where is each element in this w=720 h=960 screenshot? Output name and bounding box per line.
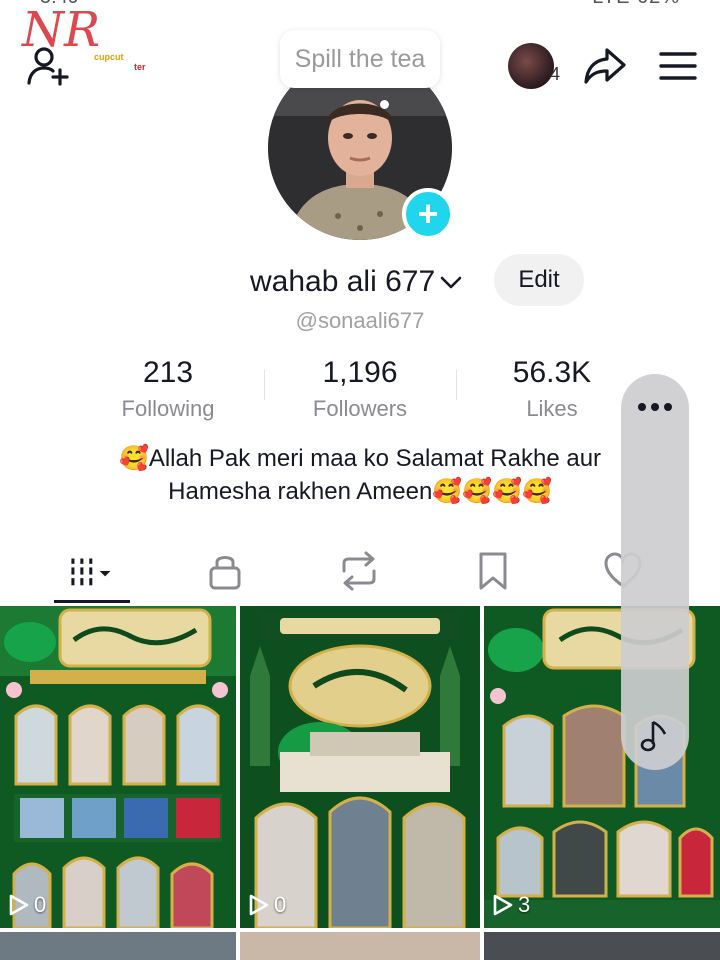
video-thumbnail[interactable] [0,932,236,960]
lock-icon [209,556,241,590]
likes-stat[interactable]: 56.3K Likes [456,356,648,426]
likes-count: 56.3K [512,356,592,389]
plus-icon: + [417,193,439,234]
watermark-text: cupcut [94,52,124,62]
profile-visitors-button[interactable]: 4 [508,43,560,89]
share-profile-button[interactable] [582,43,628,89]
video-poster [0,606,236,928]
likes-label: Likes [526,396,578,421]
hamburger-icon [659,52,697,80]
view-count: 0 [8,892,46,918]
bio-line: 🥰Allah Pak meri maa ko Salamat Rakhe aur [118,445,602,472]
followers-count: 1,196 [322,356,398,389]
video-thumbnail[interactable]: 0 [240,606,480,928]
stat-divider [264,370,265,400]
view-count: 3 [492,892,530,918]
view-count-value: 0 [274,892,287,917]
visitor-count: 4 [549,64,560,84]
tab-private[interactable] [200,546,250,596]
following-label: Following [121,396,215,421]
tab-reposts[interactable] [334,546,384,596]
music-note-icon[interactable] [639,718,671,754]
tab-videos[interactable] [64,546,114,596]
repost-icon [342,551,376,591]
play-icon [493,894,513,916]
floating-side-panel[interactable] [621,374,689,770]
video-grid: 0 0 3 [0,606,720,960]
display-name-row[interactable]: wahab ali 677 [250,256,463,308]
tab-favorites[interactable] [468,546,518,596]
view-count-value: 0 [34,892,47,917]
play-icon [9,894,29,916]
active-tab-indicator [54,600,130,603]
menu-button[interactable] [658,46,698,86]
bookmark-icon [479,552,507,590]
profile-bio[interactable]: 🥰Allah Pak meri maa ko Salamat Rakhe aur… [80,442,640,508]
stat-divider [456,370,457,400]
status-indicators: LTE 62% [592,0,680,9]
view-count-value: 3 [518,892,531,917]
following-stat[interactable]: 213 Following [72,356,264,426]
view-count: 0 [248,892,286,918]
followers-label: Followers [312,396,408,421]
profile-stats: 213 Following 1,196 Followers 56.3K Like… [72,356,648,426]
more-dots-icon [638,403,672,411]
video-thumbnail[interactable]: 0 [0,606,236,928]
followers-stat[interactable]: 1,196 Followers [264,356,456,426]
watermark-text-2: ter [134,62,146,72]
more-options-button[interactable] [635,394,675,420]
content-tabs [0,538,720,604]
share-icon [584,48,626,84]
username: @sonaali677 [295,308,425,333]
grid-videos-icon [71,558,111,586]
play-icon [249,894,269,916]
status-note-bubble[interactable]: Spill the tea [280,30,440,109]
bio-line: Hamesha rakhen Ameen🥰🥰🥰🥰 [168,478,552,505]
add-friend-button[interactable] [26,44,72,88]
bubble-tail-dot [380,100,389,109]
video-thumbnail[interactable] [484,932,720,960]
add-person-icon [27,47,69,86]
video-poster [240,606,480,928]
edit-profile-button[interactable]: Edit [494,254,584,306]
header-actions: 4 [508,40,698,92]
chevron-down-icon [440,276,462,289]
video-thumbnail[interactable] [240,932,480,960]
display-name: wahab ali 677 [250,265,436,298]
following-count: 213 [142,356,194,389]
status-note-text: Spill the tea [294,44,426,73]
add-story-button[interactable]: + [402,188,454,240]
